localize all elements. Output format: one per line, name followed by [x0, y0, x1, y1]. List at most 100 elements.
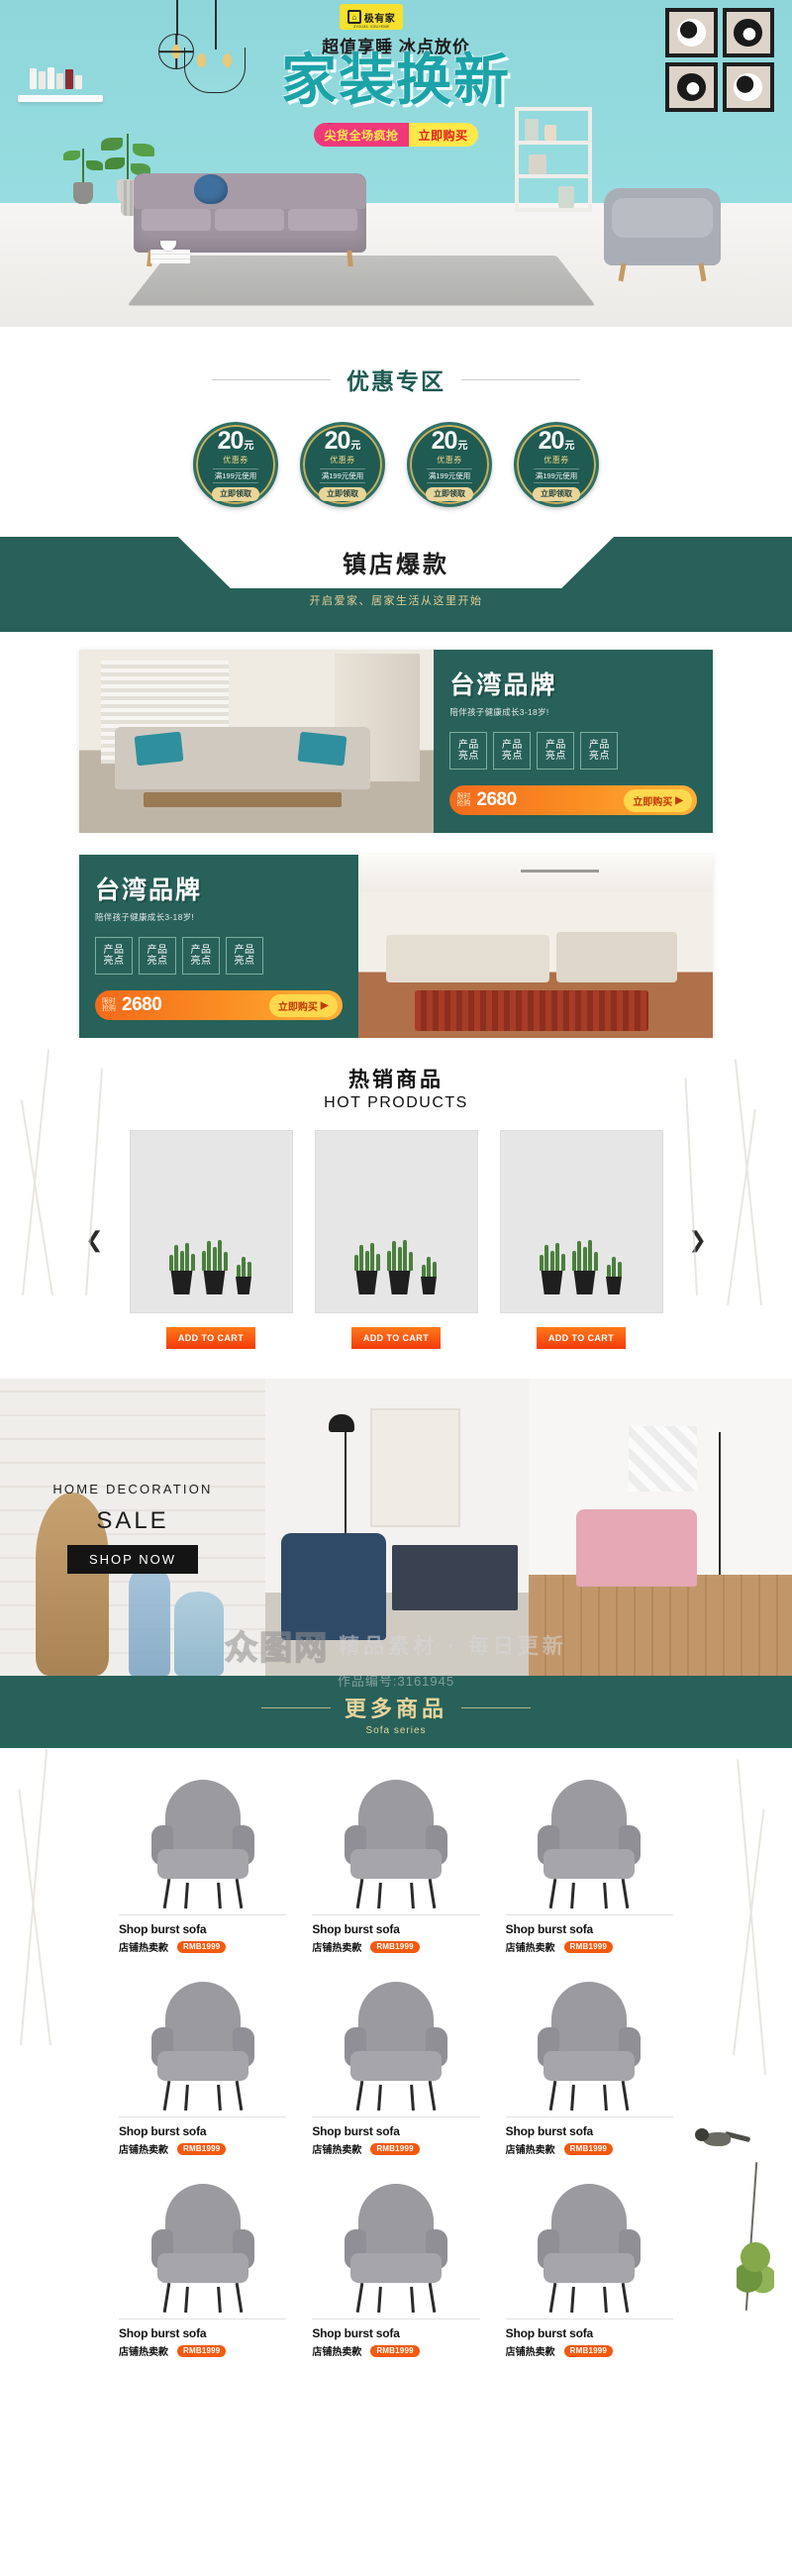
- limit-line1: 限时: [102, 997, 116, 1005]
- product-highlight[interactable]: 产品 亮点: [537, 732, 575, 770]
- lifestyle-photo-modern-room: [265, 1379, 529, 1676]
- product-subtitle: 店铺热卖款: [505, 2145, 555, 2156]
- lifestyle-strip: HOME DECORATION SALE SHOP NOW: [0, 1379, 792, 1676]
- hot-product-card[interactable]: ADD TO CART: [499, 1130, 663, 1349]
- brand-banner-price-bar: 限时 抢购 2680 立即购买 ▶: [449, 785, 697, 815]
- shop-now-button[interactable]: SHOP NOW: [67, 1545, 198, 1574]
- coupon-card[interactable]: 20 元 优惠券 满199元使用 立即领取: [193, 422, 278, 507]
- coupon-kind: 优惠券: [437, 455, 462, 464]
- coupon-claim-button[interactable]: 立即领取: [212, 486, 259, 501]
- hot-product-image: [314, 1130, 478, 1313]
- hero-cta-buy[interactable]: 立即购买: [408, 123, 478, 147]
- product-card[interactable]: Shop burst sofa 店铺热卖款 RMB1999: [312, 2174, 480, 2358]
- coupon-condition: 满199元使用: [533, 467, 580, 483]
- hot-product-card[interactable]: ADD TO CART: [129, 1130, 293, 1349]
- coupon-condition: 满199元使用: [426, 467, 473, 483]
- highlight-line1: 产品: [234, 944, 255, 956]
- coupon-claim-button[interactable]: 立即领取: [426, 486, 473, 501]
- hero-cta-promo[interactable]: 尖货全场疯抢: [314, 123, 409, 147]
- coupon-card[interactable]: 20 元 优惠券 满199元使用 立即领取: [514, 422, 599, 507]
- brand-banner-points: 产品 亮点 产品 亮点 产品 亮点 产品 亮点: [95, 937, 343, 975]
- brand-banner-subtitle: 陪伴孩子健康成长3-18岁!: [449, 707, 549, 717]
- product-card[interactable]: Shop burst sofa 店铺热卖款 RMB1999: [312, 1972, 480, 2156]
- coupon-card[interactable]: 20 元 优惠券 满199元使用 立即领取: [300, 422, 385, 507]
- product-image: [119, 2174, 286, 2314]
- promo-line2: SALE: [96, 1507, 169, 1534]
- coupon-card[interactable]: 20 元 优惠券 满199元使用 立即领取: [407, 422, 492, 507]
- product-grid: Shop burst sofa 店铺热卖款 RMB1999 Shop burst…: [119, 1770, 673, 2358]
- product-price-badge: RMB1999: [563, 2142, 614, 2155]
- coupon-kind: 优惠券: [330, 455, 355, 464]
- heading-rule-left: [212, 378, 331, 380]
- buy-now-label: 立即购买: [277, 1001, 318, 1013]
- card-divider: [119, 2318, 287, 2319]
- brand-banner-price: 2680: [476, 789, 517, 810]
- home-decoration-promo[interactable]: HOME DECORATION SALE SHOP NOW: [0, 1379, 265, 1676]
- product-highlight[interactable]: 产品 亮点: [95, 937, 133, 975]
- hot-product-image: [129, 1130, 293, 1313]
- coupon-claim-button[interactable]: 立即领取: [319, 486, 366, 501]
- product-image: [506, 1972, 673, 2112]
- more-rule-right: [461, 1706, 531, 1708]
- product-highlight[interactable]: 产品 亮点: [226, 937, 263, 975]
- sofa-backrest: [134, 173, 366, 209]
- brand-banner-panel: 台湾品牌 陪伴孩子健康成长3-18岁! 产品 亮点 产品 亮点 产品 亮点 产品…: [79, 855, 358, 1038]
- buy-now-label: 立即购买: [633, 796, 673, 808]
- highlight-line1: 产品: [588, 739, 610, 751]
- product-highlight[interactable]: 产品 亮点: [493, 732, 532, 770]
- product-card[interactable]: Shop burst sofa 店铺热卖款 RMB1999: [119, 1770, 287, 1954]
- product-price-badge: RMB1999: [370, 2142, 420, 2155]
- highlight-line1: 产品: [501, 739, 523, 751]
- card-divider: [505, 1914, 673, 1915]
- coupon-kind: 优惠券: [223, 455, 248, 464]
- product-price-badge: RMB1999: [563, 1940, 614, 1953]
- coupon-condition: 满199元使用: [212, 467, 259, 483]
- product-card[interactable]: Shop burst sofa 店铺热卖款 RMB1999: [505, 1972, 673, 2156]
- highlight-line2: 亮点: [457, 751, 479, 762]
- add-to-cart-button[interactable]: ADD TO CART: [536, 1327, 627, 1349]
- add-to-cart-button[interactable]: ADD TO CART: [350, 1327, 442, 1349]
- blue-bottle-vase: [129, 1567, 170, 1676]
- brand-banner[interactable]: 台湾品牌 陪伴孩子健康成长3-18岁! 产品 亮点 产品 亮点 产品 亮点 产品…: [79, 855, 713, 1038]
- brand-banner-subtitle: 陪伴孩子健康成长3-18岁!: [95, 912, 195, 922]
- plant-graphic: [201, 1240, 228, 1294]
- highlight-line1: 产品: [544, 739, 566, 751]
- book-stack-on-rug: [150, 250, 190, 263]
- product-card[interactable]: Shop burst sofa 店铺热卖款 RMB1999: [312, 1770, 480, 1954]
- hero-title: 家装换新: [281, 49, 511, 111]
- product-card[interactable]: Shop burst sofa 店铺热卖款 RMB1999: [119, 2174, 287, 2358]
- carousel-next-arrow-icon[interactable]: ❯: [685, 1227, 711, 1253]
- product-highlight[interactable]: 产品 亮点: [449, 732, 488, 770]
- hero-rug: [127, 256, 596, 306]
- coupon-unit: 元: [457, 440, 468, 452]
- buy-now-button[interactable]: 立即购买 ▶: [624, 788, 692, 812]
- product-image: [119, 1770, 286, 1909]
- product-price-badge: RMB1999: [177, 2142, 227, 2155]
- product-highlight[interactable]: 产品 亮点: [182, 937, 220, 975]
- product-highlight[interactable]: 产品 亮点: [580, 732, 619, 770]
- coupon-claim-button[interactable]: 立即领取: [533, 486, 580, 501]
- hot-products-heading: 热销商品 HOT PRODUCTS: [0, 1064, 792, 1112]
- brand-banner[interactable]: 台湾品牌 陪伴孩子健康成长3-18岁! 产品 亮点 产品 亮点 产品 亮点 产品…: [79, 650, 713, 833]
- coupon-unit: 元: [244, 440, 254, 452]
- more-products-header: 更多商品 Sofa series: [0, 1676, 792, 1748]
- product-image: [312, 1972, 479, 2112]
- product-card[interactable]: Shop burst sofa 店铺热卖款 RMB1999: [505, 2174, 673, 2358]
- product-card[interactable]: Shop burst sofa 店铺热卖款 RMB1999: [119, 1972, 287, 2156]
- brand-banner-section-2: 台湾品牌 陪伴孩子健康成长3-18岁! 产品 亮点 产品 亮点 产品 亮点 产品…: [0, 833, 792, 1038]
- hot-product-card[interactable]: ADD TO CART: [314, 1130, 478, 1349]
- highlight-line2: 亮点: [501, 751, 523, 762]
- hero-banner: ⌂ 极有家 JIYOUJIA · IDEA HOME 超值享睡 冰点放价 家装换…: [0, 0, 792, 327]
- carousel-prev-arrow-icon[interactable]: ❮: [81, 1227, 107, 1253]
- add-to-cart-button[interactable]: ADD TO CART: [165, 1327, 256, 1349]
- plant-graphic: [571, 1240, 598, 1294]
- product-card[interactable]: Shop burst sofa 店铺热卖款 RMB1999: [505, 1770, 673, 1954]
- plant-graphic: [386, 1240, 413, 1294]
- product-price-badge: RMB1999: [563, 2344, 614, 2357]
- product-highlight[interactable]: 产品 亮点: [139, 937, 176, 975]
- highlight-line2: 亮点: [190, 956, 212, 967]
- buy-now-button[interactable]: 立即购买 ▶: [268, 993, 338, 1017]
- product-name: Shop burst sofa: [312, 1922, 400, 1936]
- coupon-amount: 20: [538, 426, 565, 455]
- store-logo-badge[interactable]: ⌂ 极有家 JIYOUJIA · IDEA HOME: [340, 4, 403, 30]
